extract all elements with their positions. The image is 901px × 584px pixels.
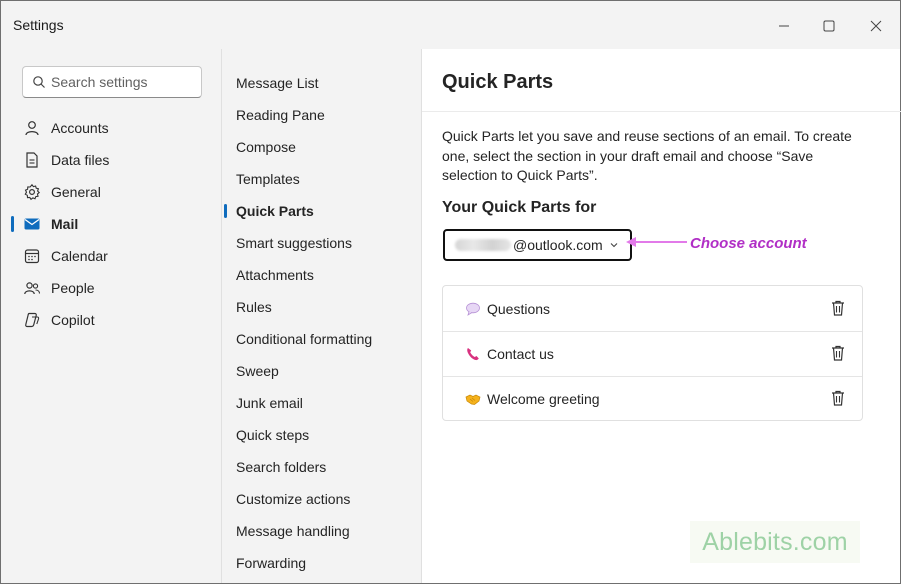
search-input[interactable] <box>51 72 196 92</box>
section-conditional-formatting[interactable]: Conditional formatting <box>222 324 421 354</box>
settings-window: Settings Accounts Data files General <box>0 0 901 584</box>
list-item[interactable]: Questions <box>443 286 862 331</box>
delete-button[interactable] <box>828 388 848 408</box>
section-customize-actions[interactable]: Customize actions <box>222 484 421 514</box>
nav-item-label: Accounts <box>51 120 109 136</box>
handshake-icon <box>465 391 481 407</box>
active-indicator <box>11 216 14 232</box>
watermark-brand: Ablebits <box>702 527 793 556</box>
account-dropdown[interactable]: @outlook.com <box>443 229 632 261</box>
gear-icon <box>23 183 41 201</box>
minimize-button[interactable] <box>768 11 800 41</box>
search-icon <box>33 76 45 88</box>
document-icon <box>23 151 41 169</box>
person-icon <box>23 119 41 137</box>
section-quick-steps[interactable]: Quick steps <box>222 420 421 450</box>
active-indicator <box>224 204 227 218</box>
speech-bubble-icon <box>465 301 481 317</box>
quick-part-name: Welcome greeting <box>487 390 600 407</box>
delete-button[interactable] <box>828 343 848 363</box>
mail-icon <box>23 215 41 233</box>
delete-button[interactable] <box>828 298 848 318</box>
nav-item-label: Copilot <box>51 312 95 328</box>
quick-parts-list: Questions Contact us Welcome greeting <box>442 285 863 421</box>
list-item[interactable]: Welcome greeting <box>443 376 862 421</box>
section-message-handling[interactable]: Message handling <box>222 516 421 546</box>
trash-icon <box>832 390 844 406</box>
quick-parts-pane: Quick Parts Quick Parts let you save and… <box>421 49 901 583</box>
nav-item-calendar[interactable]: Calendar <box>11 241 211 271</box>
maximize-icon <box>823 20 835 32</box>
copilot-icon <box>23 311 41 329</box>
callout-arrow-icon <box>626 237 687 247</box>
settings-nav: Accounts Data files General Mail Calenda… <box>1 49 221 583</box>
section-smart-suggestions[interactable]: Smart suggestions <box>222 228 421 258</box>
nav-item-label: Mail <box>51 216 79 232</box>
blurred-account-name <box>455 239 511 251</box>
divider <box>422 111 901 112</box>
section-templates[interactable]: Templates <box>222 164 421 194</box>
divider <box>443 376 862 377</box>
nav-item-mail[interactable]: Mail <box>11 209 211 239</box>
page-title: Quick Parts <box>442 71 554 93</box>
section-junk-email[interactable]: Junk email <box>222 388 421 418</box>
section-reading-pane[interactable]: Reading Pane <box>222 100 421 130</box>
nav-item-general[interactable]: General <box>11 177 211 207</box>
section-message-list[interactable]: Message List <box>222 68 421 98</box>
title-bar: Settings <box>1 1 900 49</box>
section-compose[interactable]: Compose <box>222 132 421 162</box>
quick-part-name: Questions <box>487 300 551 317</box>
trash-icon <box>832 345 844 361</box>
section-forwarding[interactable]: Forwarding <box>222 548 421 578</box>
nav-item-copilot[interactable]: Copilot <box>11 305 211 335</box>
search-box[interactable] <box>22 66 202 98</box>
account-domain: @outlook.com <box>513 237 603 253</box>
watermark-suffix: .com <box>792 527 848 556</box>
nav-item-label: People <box>51 280 95 296</box>
section-rules[interactable]: Rules <box>222 292 421 322</box>
quick-part-name: Contact us <box>487 345 554 362</box>
maximize-button[interactable] <box>813 11 845 41</box>
section-quick-parts[interactable]: Quick Parts <box>222 196 421 226</box>
divider <box>443 331 862 332</box>
window-title: Settings <box>13 17 64 33</box>
close-button[interactable] <box>860 11 892 41</box>
nav-item-label: Data files <box>51 152 110 168</box>
section-sweep[interactable]: Sweep <box>222 356 421 386</box>
close-icon <box>870 20 882 32</box>
calendar-icon <box>23 247 41 265</box>
list-item[interactable]: Contact us <box>443 331 862 376</box>
section-label: Quick Parts <box>236 203 314 219</box>
mail-sections-list: Message List Reading Pane Compose Templa… <box>221 49 421 583</box>
phone-icon <box>465 346 481 362</box>
nav-item-label: Calendar <box>51 248 108 264</box>
nav-item-people[interactable]: People <box>11 273 211 303</box>
nav-item-data-files[interactable]: Data files <box>11 145 211 175</box>
nav-item-accounts[interactable]: Accounts <box>11 113 211 143</box>
callout-label: Choose account <box>690 235 807 252</box>
people-icon <box>23 279 41 297</box>
trash-icon <box>832 300 844 316</box>
nav-item-label: General <box>51 184 101 200</box>
section-attachments[interactable]: Attachments <box>222 260 421 290</box>
description-text: Quick Parts let you save and reuse secti… <box>442 128 852 183</box>
minimize-icon <box>779 25 789 27</box>
chevron-down-icon <box>610 243 618 248</box>
section-search-folders[interactable]: Search folders <box>222 452 421 482</box>
ablebits-watermark: Ablebits .com <box>690 521 860 563</box>
section-heading: Your Quick Parts for <box>442 199 597 216</box>
